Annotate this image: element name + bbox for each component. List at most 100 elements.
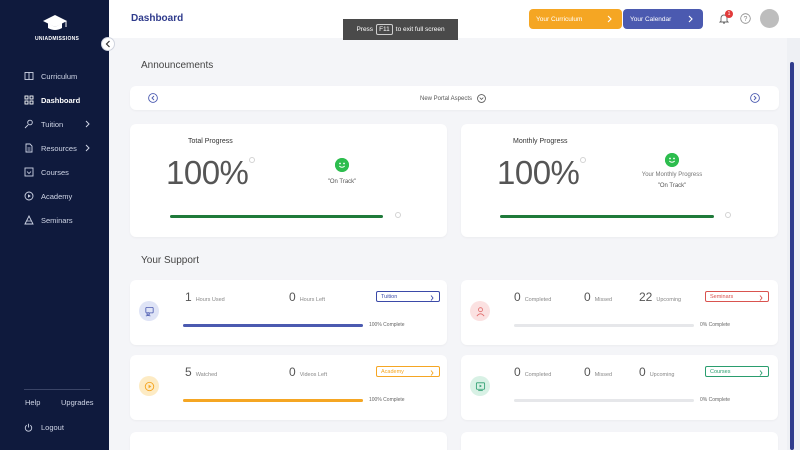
stat-hours-left: 0 Hours Left <box>289 290 326 304</box>
courses-tag-button[interactable]: Courses <box>705 366 769 377</box>
progress-track <box>514 399 694 402</box>
progress-fill <box>183 324 363 327</box>
top-bar: Dashboard Press F11 to exit full screen … <box>109 0 800 40</box>
progress-track <box>183 324 363 327</box>
progress-track <box>183 399 363 402</box>
upgrades-link[interactable]: Upgrades <box>61 398 94 407</box>
sidebar-nav: Curriculum Dashboard Tuition Resources C… <box>0 64 109 232</box>
sidebar-item-curriculum[interactable]: Curriculum <box>0 64 109 88</box>
carousel-next-icon[interactable] <box>750 93 760 103</box>
stat-completed: 0 Completed <box>514 290 552 304</box>
carousel-prev-icon[interactable] <box>148 93 158 103</box>
chevron-right-icon <box>759 370 763 376</box>
graduation-cap-icon <box>43 15 67 30</box>
smiley-icon <box>665 153 679 167</box>
sidebar-item-seminars[interactable]: Seminars <box>0 208 109 232</box>
tuition-icon <box>24 119 34 129</box>
toast-key: F11 <box>376 24 393 35</box>
toast-press: Press <box>356 26 374 33</box>
seminars-tag-button[interactable]: Seminars <box>705 291 769 302</box>
monthly-progress-sub: Your Monthly Progress <box>641 172 703 178</box>
academy-tag-button[interactable]: Academy <box>376 366 440 377</box>
grid-icon <box>24 95 34 105</box>
help-icon[interactable]: ? <box>740 13 751 24</box>
info-icon[interactable] <box>580 157 586 163</box>
tag-label: Courses <box>710 368 731 375</box>
info-icon[interactable] <box>395 212 401 218</box>
sidebar-item-tuition[interactable]: Tuition <box>0 112 109 136</box>
support-card-courses: 0 Completed 0 Missed 0 Upcoming Courses 0% … <box>461 355 778 420</box>
sidebar-item-label: Dashboard <box>41 95 81 105</box>
support-card-seminars: 0 Completed 0 Missed 22 Upcoming Seminars 0… <box>461 280 778 345</box>
chevron-right-icon <box>759 295 763 301</box>
collapse-sidebar-button[interactable] <box>101 37 115 51</box>
total-progress-bar <box>170 215 383 218</box>
chevron-right-icon <box>607 15 612 23</box>
chevron-right-icon <box>430 295 434 301</box>
stat-upcoming: 22 Upcoming <box>639 290 682 304</box>
avatar[interactable] <box>760 9 779 28</box>
announcement-item[interactable]: New Portal Aspects <box>420 94 486 103</box>
chevron-right-icon <box>430 370 434 376</box>
seminar-icon <box>24 215 34 225</box>
page-title: Dashboard <box>131 13 184 24</box>
tuition-tag-button[interactable]: Tuition <box>376 291 440 302</box>
your-calendar-button[interactable]: Your Calendar <box>623 9 703 29</box>
scrollbar-thumb[interactable] <box>790 62 794 450</box>
total-status: "On Track" <box>327 179 357 185</box>
support-card-partial <box>130 432 447 450</box>
monthly-progress-bar <box>500 215 714 218</box>
chevron-left-icon <box>105 40 110 48</box>
fullscreen-toast: Press F11 to exit full screen <box>343 19 458 40</box>
logout-button[interactable]: Logout <box>24 423 64 432</box>
download-box-icon <box>24 167 34 177</box>
announcements-title: Announcements <box>141 60 214 71</box>
total-progress-title: Total Progress <box>188 138 233 145</box>
tag-label: Academy <box>381 368 404 375</box>
tag-label: Tuition <box>381 293 398 300</box>
sidebar-item-resources[interactable]: Resources <box>0 136 109 160</box>
your-curriculum-button[interactable]: Your Curriculum <box>529 9 622 29</box>
stat-missed: 0 Missed <box>584 290 613 304</box>
info-icon[interactable] <box>725 212 731 218</box>
stat-upcoming: 0 Upcoming <box>639 365 675 379</box>
sidebar: UNIADMISSIONS Curriculum Dashboard Tuiti… <box>0 0 109 450</box>
brand-logo[interactable]: UNIADMISSIONS <box>35 14 80 42</box>
sidebar-item-label: Academy <box>41 191 73 201</box>
support-card-academy: 5 Watched 0 Videos Left Academy 100% Compl… <box>130 355 447 420</box>
stat-watched: 5 Watched <box>185 365 218 379</box>
help-link[interactable]: Help <box>25 398 40 407</box>
tag-label: Seminars <box>710 293 734 300</box>
progress-fill <box>183 399 363 402</box>
play-icon <box>139 376 159 396</box>
complete-text: 100% Complete <box>369 397 405 403</box>
monitor-play-icon <box>470 376 490 396</box>
complete-text: 0% Complete <box>700 322 731 328</box>
chevron-down-circle-icon <box>477 94 486 103</box>
stat-hours-used: 1 Hours Used <box>185 290 225 304</box>
monthly-progress-title: Monthly Progress <box>513 138 568 145</box>
sidebar-divider <box>24 389 90 390</box>
stat-videos-left: 0 Videos Left <box>289 365 328 379</box>
progress-track <box>514 324 694 327</box>
chevron-right-icon <box>688 15 693 23</box>
svg-text:?: ? <box>744 16 748 23</box>
users-icon <box>470 301 490 321</box>
stat-missed: 0 Missed <box>584 365 613 379</box>
monthly-status: "On Track" <box>657 183 687 189</box>
power-icon <box>24 423 33 432</box>
your-curriculum-label: Your Curriculum <box>536 15 583 23</box>
support-card-partial <box>461 432 778 450</box>
your-support-title: Your Support <box>141 255 200 266</box>
sidebar-item-dashboard[interactable]: Dashboard <box>0 88 109 112</box>
sidebar-item-academy[interactable]: Academy <box>0 184 109 208</box>
announcements-carousel: New Portal Aspects <box>130 86 779 110</box>
logo-text: UNIADMISSIONS <box>35 36 80 42</box>
toast-suffix: to exit full screen <box>395 26 445 33</box>
complete-text: 100% Complete <box>369 322 405 328</box>
total-progress-card: Total Progress 100% "On Track" <box>130 124 447 237</box>
info-icon[interactable] <box>249 157 255 163</box>
document-icon <box>24 143 34 153</box>
announcement-text: New Portal Aspects <box>420 95 473 102</box>
sidebar-item-courses[interactable]: Courses <box>0 160 109 184</box>
